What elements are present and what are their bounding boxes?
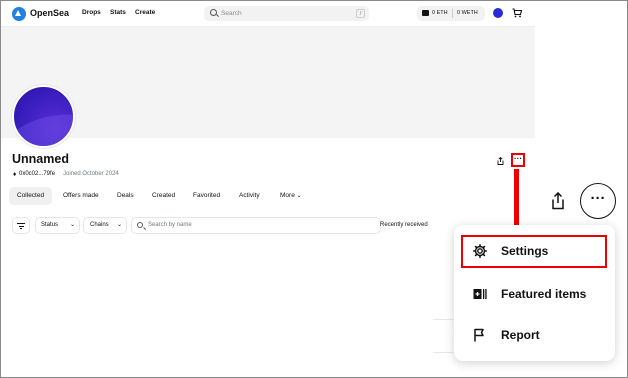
collection-search-placeholder: Search by name (148, 222, 192, 228)
tab-more[interactable]: More ⌄ (272, 187, 310, 205)
more-options-button-large[interactable]: ··· (580, 183, 616, 219)
cart-icon[interactable] (512, 8, 522, 18)
nav-link-stats[interactable]: Stats (110, 9, 126, 16)
joined-date: Joined October 2024 (63, 171, 119, 177)
chevron-down-icon: ⌄ (296, 193, 302, 199)
tab-offers-made[interactable]: Offers made (55, 187, 107, 205)
menu-item-featured-items[interactable]: Featured items (461, 278, 607, 311)
profile-avatar (12, 85, 75, 148)
collection-search-input[interactable]: Search by name (131, 217, 381, 234)
search-input[interactable]: Search / (204, 6, 369, 21)
profile-banner (1, 27, 535, 138)
annotation-arrow-shaft (514, 169, 519, 231)
chevron-down-icon: ⌄ (69, 222, 75, 228)
weth-balance: 0 WETH (457, 10, 478, 16)
menu-item-report[interactable]: Report (461, 319, 607, 352)
tab-created[interactable]: Created (144, 187, 183, 205)
status-label: Status (41, 222, 59, 228)
screenshot-frame: OpenSea Drops Stats Create Search / 0 ET… (0, 0, 628, 378)
ethereum-icon: ♦ (13, 171, 17, 178)
flag-icon (474, 328, 484, 342)
profile-name: Unnamed (12, 152, 69, 166)
search-placeholder: Search (221, 10, 242, 17)
wallet-icon (422, 10, 429, 16)
gear-icon (473, 244, 487, 258)
search-shortcut-badge: / (356, 9, 365, 18)
wallet-address[interactable]: 0x0c02...79fe (19, 171, 55, 177)
chains-dropdown[interactable]: Chains ⌄ (83, 217, 127, 234)
chains-label: Chains (90, 222, 109, 228)
filter-icon (17, 223, 25, 229)
tab-favorited[interactable]: Favorited (185, 187, 228, 205)
more-options-menu: Settings Featured items Report (454, 225, 615, 361)
wallet-divider (452, 9, 453, 18)
tab-deals[interactable]: Deals (109, 187, 142, 205)
filter-toggle-button[interactable] (12, 217, 30, 234)
search-icon (210, 9, 217, 16)
tab-activity-label: Activity (239, 192, 260, 199)
tab-more-label: More (280, 192, 295, 199)
featured-icon (473, 289, 487, 299)
opensea-logo-icon[interactable] (12, 7, 26, 21)
nav-link-create[interactable]: Create (135, 9, 155, 16)
brand-name[interactable]: OpenSea (30, 8, 69, 18)
share-icon[interactable] (497, 157, 504, 165)
more-options-button[interactable]: ··· (511, 153, 525, 167)
tab-collected[interactable]: Collected (9, 187, 53, 205)
nav-link-drops[interactable]: Drops (82, 9, 101, 16)
tab-activity[interactable]: Activity (231, 187, 268, 205)
eth-balance: 0 ETH (432, 10, 448, 16)
menu-item-featured-items-label: Featured items (501, 287, 587, 301)
status-dropdown[interactable]: Status ⌄ (35, 217, 80, 234)
search-icon (137, 222, 143, 228)
sort-dropdown[interactable]: Recently received (380, 222, 428, 228)
menu-item-settings[interactable]: Settings (461, 235, 607, 268)
wallet-balance[interactable]: 0 ETH 0 WETH (417, 6, 485, 21)
account-avatar[interactable] (493, 8, 503, 18)
menu-item-settings-label: Settings (501, 244, 549, 258)
menu-item-report-label: Report (501, 328, 540, 342)
share-icon[interactable] (551, 192, 565, 210)
chevron-down-icon: ⌄ (116, 222, 122, 228)
top-nav: OpenSea Drops Stats Create Search / 0 ET… (1, 1, 535, 27)
